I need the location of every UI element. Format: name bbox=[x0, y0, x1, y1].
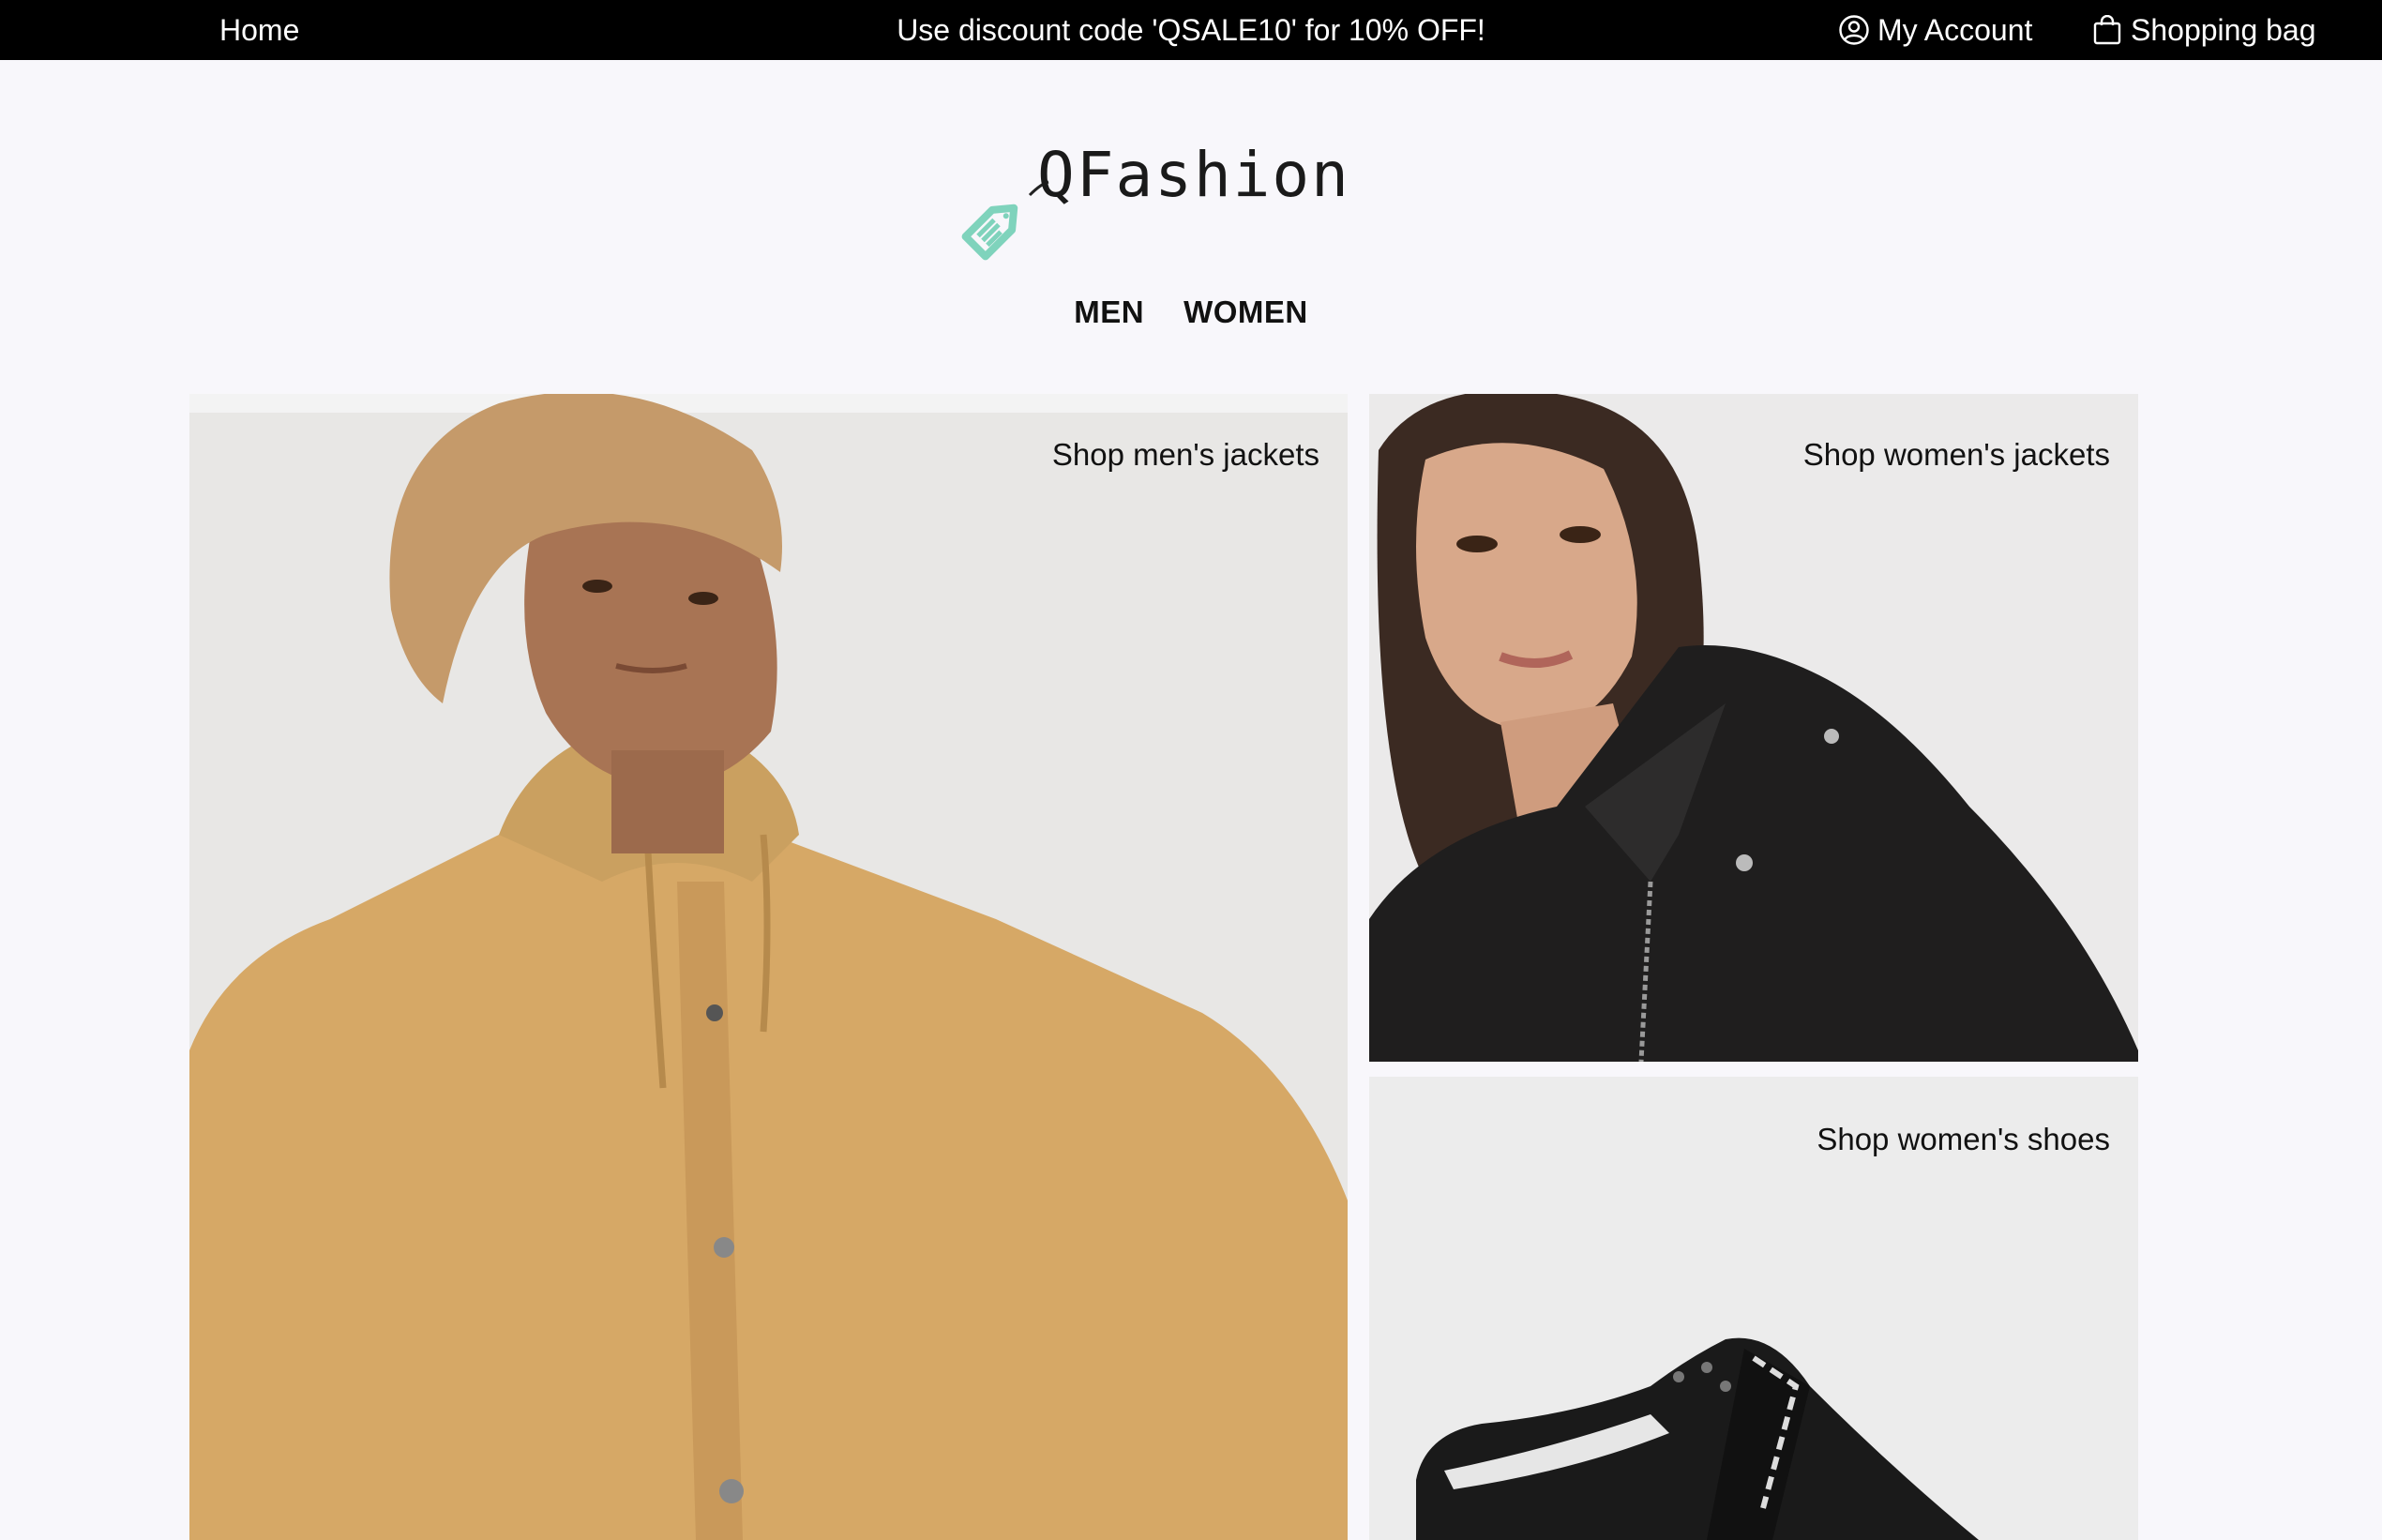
my-account-label: My Account bbox=[1877, 13, 2033, 47]
category-nav: MEN WOMEN bbox=[0, 294, 2382, 330]
my-account-link[interactable]: My Account bbox=[1838, 0, 2032, 60]
women-jacket-photo bbox=[1369, 394, 2138, 1062]
men-jackets-label: Shop men's jackets bbox=[1051, 437, 1319, 472]
logo-wordmark: QFashion bbox=[1037, 139, 1350, 211]
women-shoes-tile[interactable]: Shop women's shoes bbox=[1369, 1077, 2138, 1540]
men-jackets-tile[interactable]: Shop men's jackets bbox=[189, 394, 1348, 1540]
user-circle-icon bbox=[1838, 14, 1870, 46]
women-jackets-tile[interactable]: Shop women's jackets bbox=[1369, 394, 2138, 1062]
home-link[interactable]: Home bbox=[219, 0, 299, 60]
site-logo[interactable]: QFashion bbox=[947, 139, 1349, 279]
men-jacket-photo bbox=[189, 394, 1348, 1540]
shopping-bag-link[interactable]: Shopping bag bbox=[2093, 0, 2316, 60]
women-shoes-label: Shop women's shoes bbox=[1817, 1122, 2110, 1156]
women-jackets-label: Shop women's jackets bbox=[1802, 437, 2110, 472]
nav-men[interactable]: MEN bbox=[1074, 294, 1144, 330]
shopping-bag-icon bbox=[2093, 15, 2121, 45]
nav-women[interactable]: WOMEN bbox=[1183, 294, 1308, 330]
price-tag-icon bbox=[947, 176, 1050, 284]
shopping-bag-label: Shopping bag bbox=[2131, 13, 2316, 47]
top-bar: Home Use discount code 'QSALE10' for 10%… bbox=[0, 0, 2382, 60]
